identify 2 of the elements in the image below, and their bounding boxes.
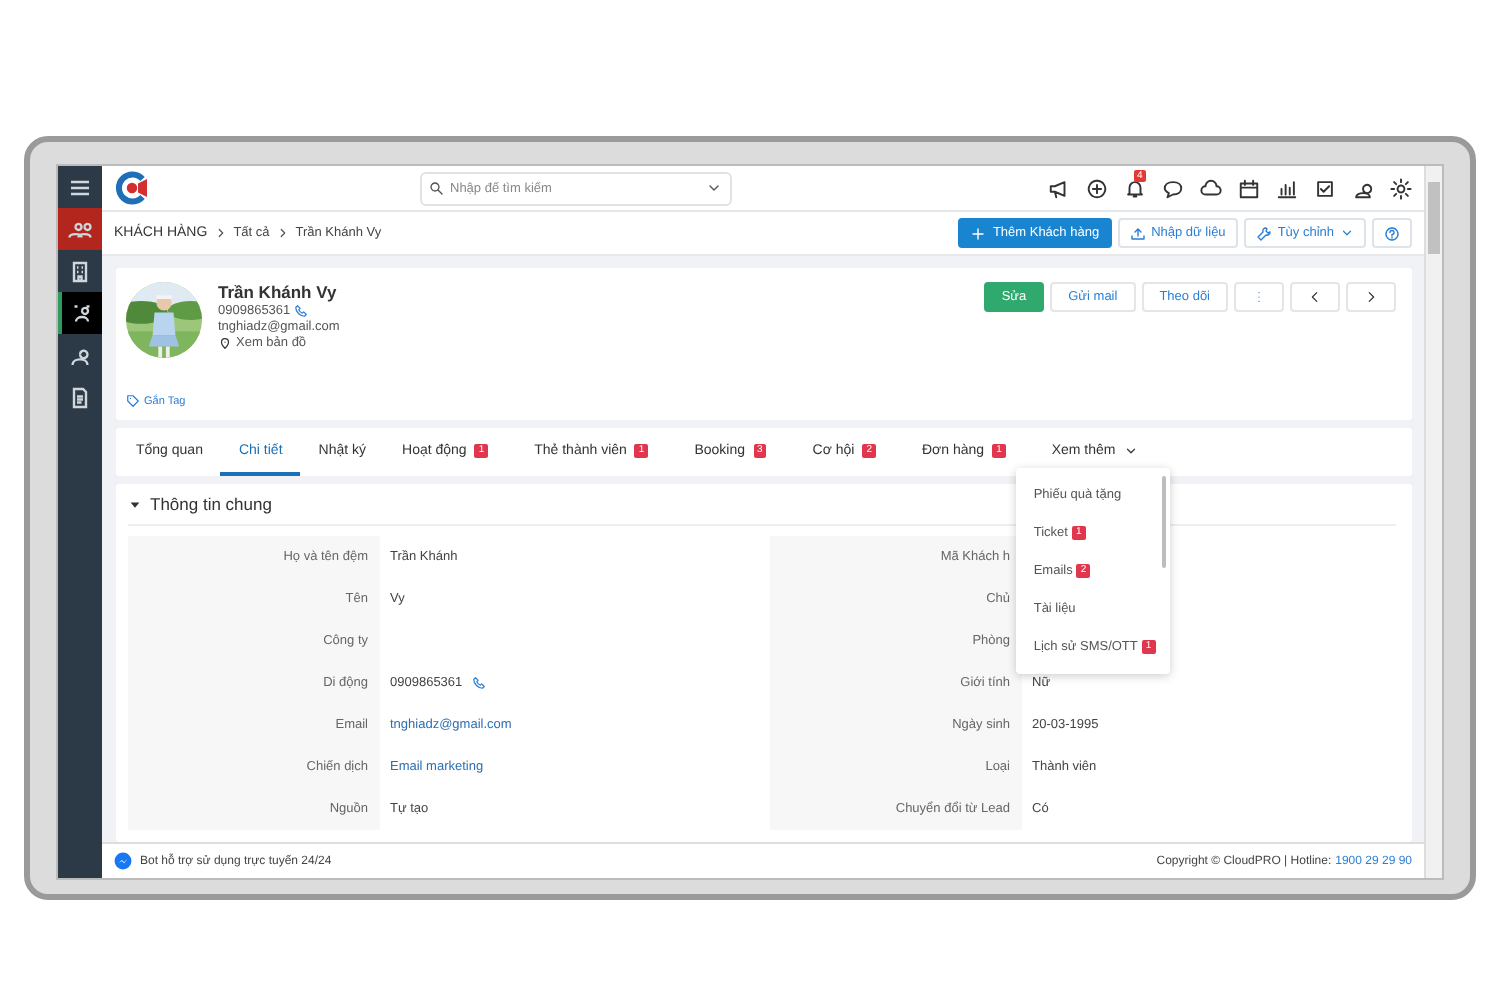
section-title: Thông tin chung bbox=[150, 494, 272, 514]
customer-name: Trần Khánh Vy bbox=[218, 282, 339, 302]
